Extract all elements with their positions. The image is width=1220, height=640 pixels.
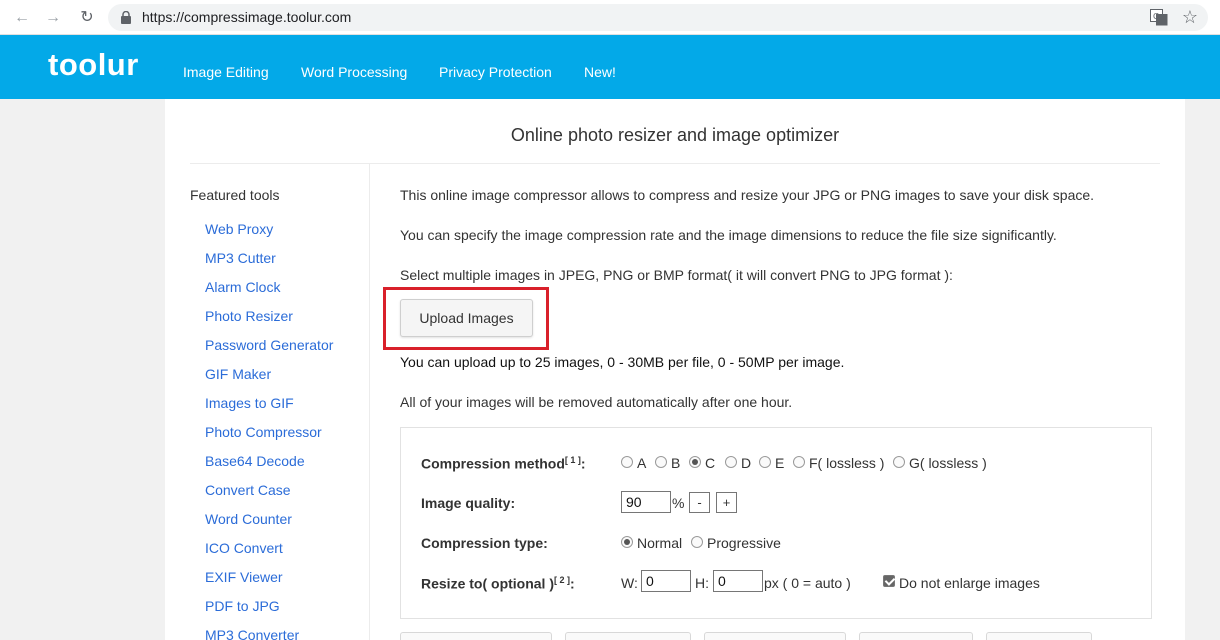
- translate-icon[interactable]: G: [1150, 9, 1168, 26]
- sidebar-divider: [369, 164, 370, 640]
- quality-decrease-button[interactable]: -: [689, 492, 710, 513]
- resize-colon: :: [570, 575, 575, 592]
- image-quality-label: Image quality:: [421, 495, 516, 511]
- sidebar-item-exif-viewer[interactable]: EXIF Viewer: [205, 569, 283, 585]
- method-a-radio[interactable]: [621, 456, 633, 468]
- method-d-radio[interactable]: [725, 456, 737, 468]
- height-label: H:: [695, 575, 709, 591]
- intro-text-2: You can specify the image compression ra…: [400, 227, 1057, 243]
- sidebar-item-mp3-converter[interactable]: MP3 Converter: [205, 627, 299, 640]
- width-label: W:: [621, 575, 638, 591]
- type-progressive-radio[interactable]: [691, 536, 703, 548]
- compression-method-label: Compression method[ 1 ]:: [421, 455, 586, 472]
- content-panel: Online photo resizer and image optimizer…: [165, 99, 1185, 640]
- resize-label: Resize to( optional )[ 2 ]:: [421, 575, 575, 592]
- method-f-label: F( lossless ): [809, 455, 885, 471]
- resize-text: Resize to( optional ): [421, 575, 554, 592]
- site-header: toolur Image Editing Word Processing Pri…: [0, 35, 1220, 99]
- sidebar-item-pdf-to-jpg[interactable]: PDF to JPG: [205, 598, 280, 614]
- sidebar-item-password-generator[interactable]: Password Generator: [205, 337, 333, 353]
- width-input[interactable]: [641, 570, 691, 592]
- type-normal-radio[interactable]: [621, 536, 633, 548]
- method-e-label: E: [775, 455, 785, 471]
- px-auto-note: px ( 0 = auto ): [764, 575, 851, 591]
- action-button-2[interactable]: [565, 632, 691, 640]
- method-d-label: D: [741, 455, 752, 471]
- sidebar-item-mp3-cutter[interactable]: MP3 Cutter: [205, 250, 276, 266]
- sidebar-item-alarm-clock[interactable]: Alarm Clock: [205, 279, 280, 295]
- back-arrow-icon[interactable]: ←: [12, 8, 32, 28]
- action-button-1[interactable]: [400, 632, 552, 640]
- method-b-label: B: [671, 455, 681, 471]
- compression-method-colon: :: [580, 455, 586, 472]
- type-progressive-label: Progressive: [707, 535, 781, 551]
- sidebar-item-photo-resizer[interactable]: Photo Resizer: [205, 308, 293, 324]
- browser-toolbar: ← → ↻ https://compressimage.toolur.com G…: [0, 0, 1220, 35]
- quality-increase-button[interactable]: +: [716, 492, 737, 513]
- method-c-radio[interactable]: [689, 456, 701, 468]
- quality-unit: %: [672, 495, 685, 511]
- compression-method-ref[interactable]: [ 1 ]: [565, 455, 581, 465]
- nav-new[interactable]: New!: [584, 64, 616, 80]
- bookmark-star-icon[interactable]: ☆: [1182, 6, 1198, 28]
- method-f-radio[interactable]: [793, 456, 805, 468]
- page-title: Online photo resizer and image optimizer: [510, 125, 840, 145]
- url-text[interactable]: https://compressimage.toolur.com: [142, 9, 351, 25]
- compression-type-label: Compression type:: [421, 535, 548, 551]
- upload-images-button[interactable]: Upload Images: [400, 299, 533, 337]
- method-g-label: G( lossless ): [909, 455, 987, 471]
- action-button-4[interactable]: [859, 632, 973, 640]
- no-enlarge-checkbox[interactable]: [883, 575, 895, 587]
- no-enlarge-label: Do not enlarge images: [899, 575, 1040, 591]
- options-panel: Compression method[ 1 ]: A B C D E F( lo…: [400, 427, 1152, 619]
- forward-arrow-icon[interactable]: →: [43, 8, 63, 28]
- sidebar-item-convert-case[interactable]: Convert Case: [205, 482, 291, 498]
- reload-icon[interactable]: ↻: [77, 8, 97, 28]
- quality-input[interactable]: [621, 491, 671, 513]
- sidebar-item-base64-decode[interactable]: Base64 Decode: [205, 453, 305, 469]
- svg-text:G: G: [1153, 12, 1159, 21]
- type-normal-label: Normal: [637, 535, 683, 551]
- featured-tools-heading: Featured tools: [190, 187, 280, 203]
- sidebar-item-gif-maker[interactable]: GIF Maker: [205, 366, 271, 382]
- nav-word-processing[interactable]: Word Processing: [301, 64, 407, 80]
- upload-limits-text: You can upload up to 25 images, 0 - 30MB…: [400, 354, 845, 370]
- method-a-label: A: [637, 455, 647, 471]
- method-e-radio[interactable]: [759, 456, 771, 468]
- action-button-5[interactable]: [986, 632, 1092, 640]
- sidebar-item-photo-compressor[interactable]: Photo Compressor: [205, 424, 322, 440]
- method-c-label: C: [705, 455, 716, 471]
- intro-text-3: Select multiple images in JPEG, PNG or B…: [400, 267, 953, 283]
- sidebar-item-images-to-gif[interactable]: Images to GIF: [205, 395, 294, 411]
- action-button-3[interactable]: [704, 632, 846, 640]
- height-input[interactable]: [713, 570, 763, 592]
- method-g-radio[interactable]: [893, 456, 905, 468]
- nav-image-editing[interactable]: Image Editing: [183, 64, 269, 80]
- title-divider: [190, 163, 1160, 164]
- sidebar-item-web-proxy[interactable]: Web Proxy: [205, 221, 273, 237]
- site-logo[interactable]: toolur: [48, 47, 139, 83]
- sidebar-item-ico-convert[interactable]: ICO Convert: [205, 540, 283, 556]
- method-b-radio[interactable]: [655, 456, 667, 468]
- compression-method-text: Compression method: [421, 455, 565, 472]
- sidebar-item-word-counter[interactable]: Word Counter: [205, 511, 292, 527]
- intro-text-1: This online image compressor allows to c…: [400, 187, 1095, 203]
- resize-ref[interactable]: [ 2 ]: [554, 575, 570, 585]
- nav-privacy-protection[interactable]: Privacy Protection: [439, 64, 552, 80]
- lock-icon: [121, 11, 131, 24]
- address-bar[interactable]: https://compressimage.toolur.com G ☆: [108, 4, 1208, 31]
- removal-note-text: All of your images will be removed autom…: [400, 394, 793, 410]
